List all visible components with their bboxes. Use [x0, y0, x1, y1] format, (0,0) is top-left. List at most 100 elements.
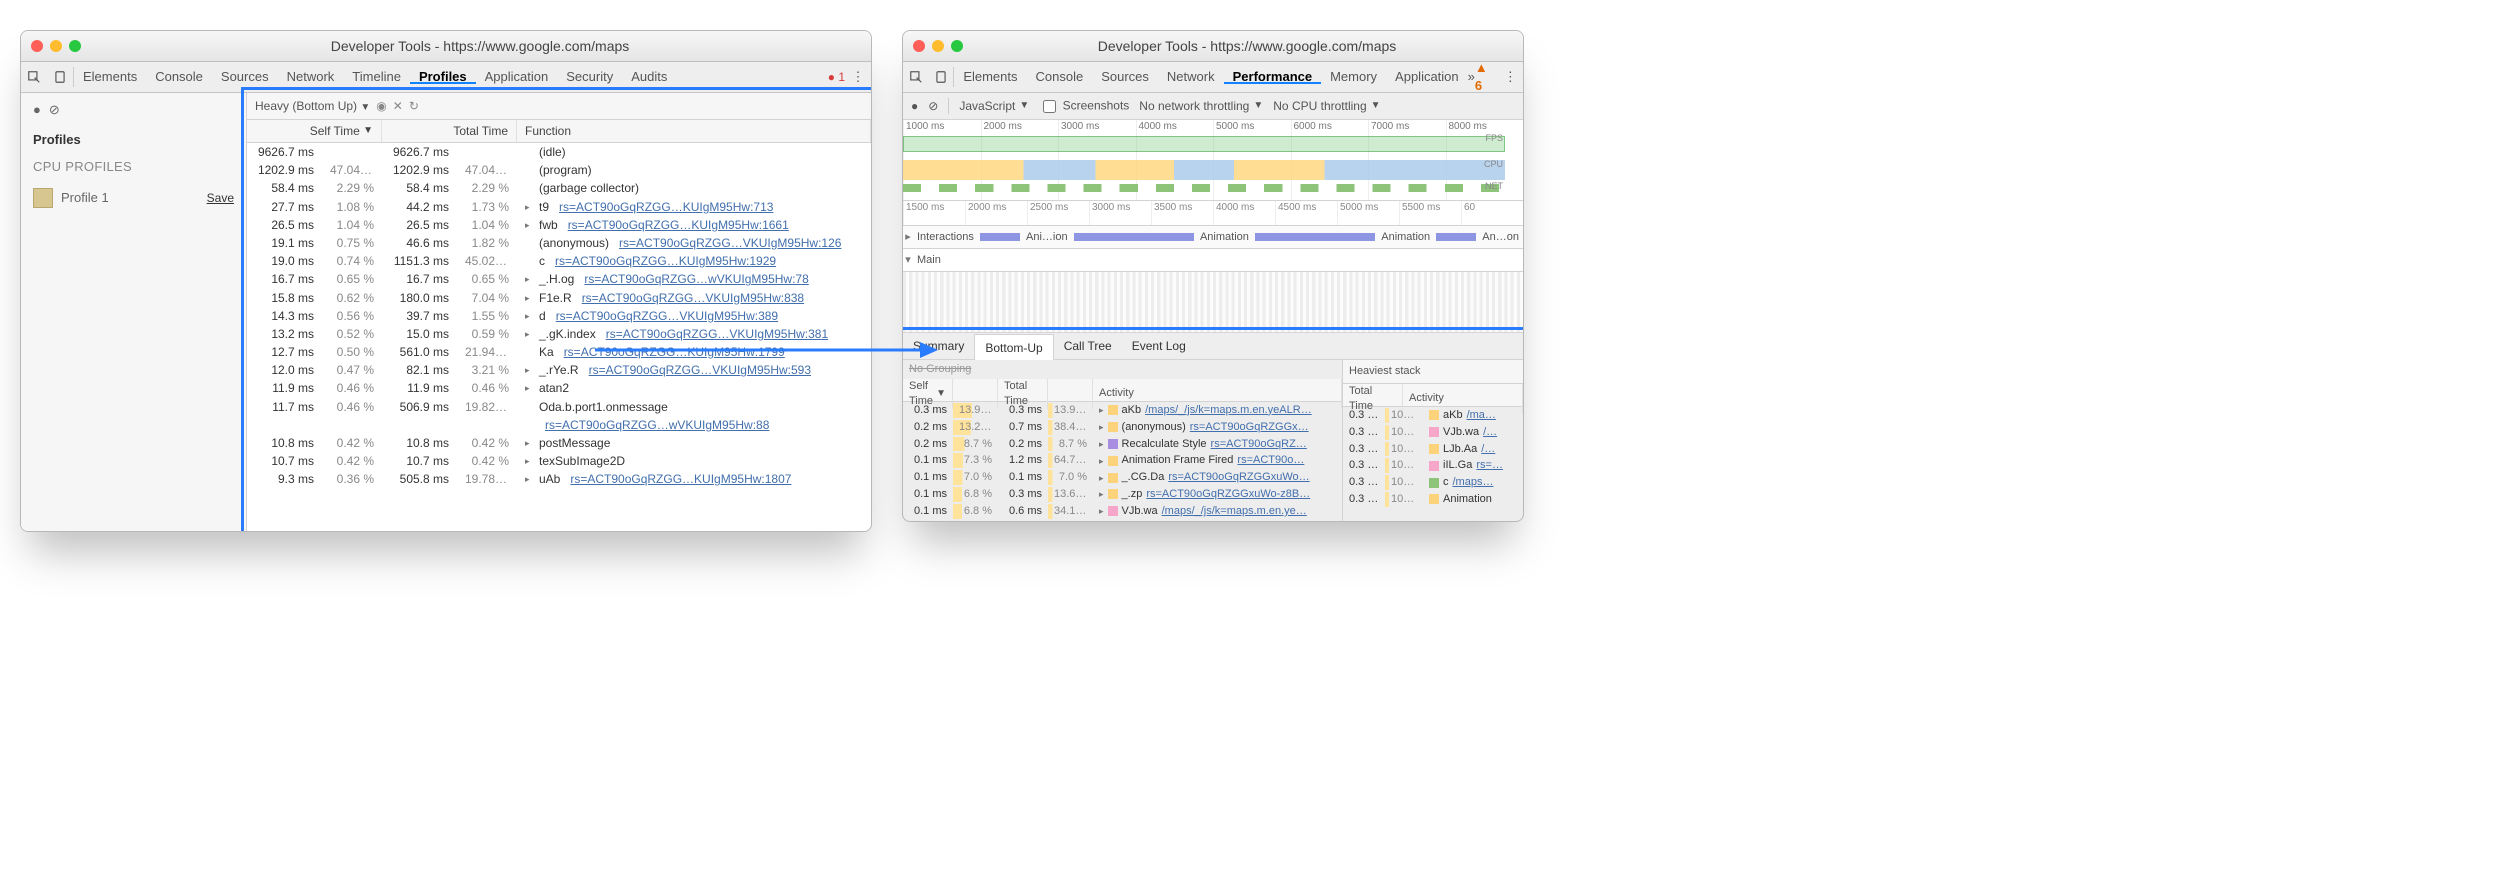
animation-segment[interactable] [1074, 233, 1194, 241]
table-row[interactable]: 11.7 ms0.46 %506.9 ms19.82 %Oda.b.port1.… [247, 398, 871, 416]
table-row[interactable]: 1202.9 ms47.04 %1202.9 ms47.04 %(program… [247, 161, 871, 179]
source-link[interactable]: rs=ACT90oGqRZGGx… [1190, 420, 1309, 435]
source-link[interactable]: rs=ACT90oGqRZGG…VKUIgM95Hw:381 [606, 326, 828, 342]
table-row[interactable]: 0.2 ms8.7 %0.2 ms8.7 %▸ Recalculate Styl… [903, 436, 1342, 453]
clear-icon[interactable]: ⊘ [928, 98, 938, 114]
record-icon[interactable]: ● [33, 101, 41, 119]
titlebar[interactable]: Developer Tools - https://www.google.com… [903, 31, 1523, 62]
table-row[interactable]: 0.3 ms100.0 % Animation [1343, 491, 1523, 508]
source-link[interactable]: rs=ACT90oGqRZGGxuWo-z8B… [1146, 487, 1310, 502]
tab-bottom-up[interactable]: Bottom-Up [974, 334, 1053, 360]
time-ruler[interactable]: 1500 ms2000 ms2500 ms3000 ms3500 ms4000 … [903, 201, 1523, 226]
bu-column-headers[interactable]: Self Time ▼ Total Time Activity [903, 379, 1342, 402]
overview-timeline[interactable]: 1000 ms2000 ms3000 ms4000 ms5000 ms6000 … [903, 120, 1523, 201]
tab-performance[interactable]: Performance [1224, 69, 1321, 84]
col-total-time[interactable]: Total Time [382, 120, 517, 142]
device-icon[interactable] [47, 62, 73, 92]
source-link[interactable]: rs=ACT90oGqRZGG…KUIgM95Hw:713 [559, 199, 773, 215]
table-row[interactable]: 14.3 ms0.56 %39.7 ms1.55 %▸d rs=ACT90oGq… [247, 307, 871, 325]
titlebar[interactable]: Developer Tools - https://www.google.com… [21, 31, 871, 62]
tab-console[interactable]: Console [1027, 69, 1093, 84]
cpu-throttle-select[interactable]: No CPU throttling ▼ [1273, 98, 1380, 114]
table-row[interactable]: 0.1 ms6.8 %0.1 ms6.8 %▸ _.ji rs=ACT90oGq… [903, 520, 1342, 521]
table-row[interactable]: 9626.7 ms9626.7 ms(idle) [247, 143, 871, 161]
col-function[interactable]: Function [517, 120, 871, 142]
tab-elements[interactable]: Elements [954, 69, 1026, 84]
tab-console[interactable]: Console [146, 69, 212, 84]
tab-sources[interactable]: Sources [212, 69, 278, 84]
tab-timeline[interactable]: Timeline [343, 69, 410, 84]
device-icon[interactable] [928, 62, 953, 92]
table-row[interactable]: 10.7 ms0.42 %10.7 ms0.42 %▸texSubImage2D [247, 452, 871, 470]
tab-application[interactable]: Application [476, 69, 558, 84]
animation-segment[interactable] [980, 233, 1020, 241]
source-link[interactable]: rs=ACT90oGqRZGG…KUIgM95Hw:1929 [555, 253, 776, 269]
table-row[interactable]: 11.9 ms0.46 %11.9 ms0.46 %▸atan2 [247, 379, 871, 397]
minimize-icon[interactable] [50, 40, 62, 52]
table-row[interactable]: 0.3 ms100.0 % LJb.Aa /… [1343, 441, 1523, 458]
table-row[interactable]: 0.3 ms100.0 % c /maps… [1343, 474, 1523, 491]
network-throttle-select[interactable]: No network throttling ▼ [1139, 98, 1263, 114]
source-link[interactable]: rs=ACT90oGqRZGG…VKUIgM95Hw:126 [619, 235, 841, 251]
table-row[interactable]: 26.5 ms1.04 %26.5 ms1.04 %▸fwb rs=ACT90o… [247, 216, 871, 234]
source-link[interactable]: rs=ACT90oGqRZGG…VKUIgM95Hw:389 [556, 308, 778, 324]
bu-rows[interactable]: 0.3 ms13.9 %0.3 ms13.9 %▸ aKb /maps/_/js… [903, 402, 1342, 521]
table-row[interactable]: 16.7 ms0.65 %16.7 ms0.65 %▸_.H.og rs=ACT… [247, 270, 871, 288]
source-link[interactable]: /ma… [1467, 408, 1496, 423]
error-badge[interactable]: ● 1 [828, 69, 845, 85]
table-row[interactable]: 19.1 ms0.75 %46.6 ms1.82 %(anonymous) rs… [247, 234, 871, 252]
source-link[interactable]: /maps/_/js/k=maps.m.en.yeALR… [1145, 403, 1312, 418]
table-row[interactable]: 0.1 ms6.8 %0.3 ms13.6 %▸ _.zp rs=ACT90oG… [903, 486, 1342, 503]
table-row[interactable]: 13.2 ms0.52 %15.0 ms0.59 %▸_.gK.index rs… [247, 325, 871, 343]
table-row[interactable]: 0.3 ms13.9 %0.3 ms13.9 %▸ aKb /maps/_/js… [903, 402, 1342, 419]
tab-network[interactable]: Network [278, 69, 344, 84]
traffic-lights[interactable] [913, 40, 963, 52]
table-row[interactable]: 58.4 ms2.29 %58.4 ms2.29 %(garbage colle… [247, 179, 871, 197]
reload-icon[interactable]: ↻ [409, 98, 419, 114]
source-link[interactable]: rs=ACT90oGqRZGG…VKUIgM95Hw:593 [589, 362, 811, 378]
col-self-time[interactable]: Self Time ▼ [247, 120, 382, 142]
focus-icon[interactable]: ◉ [376, 98, 386, 114]
table-row[interactable]: 10.8 ms0.42 %10.8 ms0.42 %▸postMessage [247, 434, 871, 452]
table-row[interactable]: 27.7 ms1.08 %44.2 ms1.73 %▸t9 rs=ACT90oG… [247, 198, 871, 216]
source-link[interactable]: /maps/_/js/k=maps.m.en.ye… [1162, 504, 1307, 519]
overflow-icon[interactable]: » [1468, 68, 1475, 86]
source-link[interactable]: rs=ACT90oGqRZGG…KUIgM95Hw:1799 [564, 344, 785, 360]
tab-memory[interactable]: Memory [1321, 69, 1386, 84]
zoom-icon[interactable] [69, 40, 81, 52]
close-icon[interactable] [913, 40, 925, 52]
source-link[interactable]: rs=… [1476, 458, 1503, 473]
source-link[interactable]: rs=ACT90oGqRZGG…wVKUIgM95Hw:88 [545, 417, 769, 433]
source-link[interactable]: rs=ACT90oGqRZGG…KUIgM95Hw:1807 [570, 471, 791, 487]
source-link[interactable]: /maps… [1453, 475, 1494, 490]
table-row[interactable]: 9.3 ms0.36 %505.8 ms19.78 %▸uAb rs=ACT90… [247, 470, 871, 488]
tab-event-log[interactable]: Event Log [1122, 333, 1196, 359]
source-link[interactable]: rs=ACT90oGqRZGG…KUIgM95Hw:1661 [568, 217, 789, 233]
grouping-select[interactable]: No Grouping [903, 360, 1342, 379]
table-row[interactable]: 0.1 ms7.0 %0.1 ms7.0 %▸ _.CG.Da rs=ACT90… [903, 469, 1342, 486]
table-row[interactable]: 15.8 ms0.62 %180.0 ms7.04 %▸F1e.R rs=ACT… [247, 289, 871, 307]
interactions-track[interactable]: ▸ Interactions Ani…ionAnimationAnimation… [903, 226, 1523, 249]
tab-call-tree[interactable]: Call Tree [1054, 333, 1122, 359]
main-track-header[interactable]: ▾ Main [903, 249, 1523, 272]
hv-rows[interactable]: 0.3 ms100.0 % aKb /ma…0.3 ms100.0 % VJb.… [1343, 407, 1523, 521]
tab-network[interactable]: Network [1158, 69, 1224, 84]
source-link[interactable]: rs=ACT90o… [1237, 453, 1304, 468]
tab-summary[interactable]: Summary [903, 333, 974, 359]
screenshots-checkbox[interactable]: Screenshots [1039, 97, 1129, 116]
table-row[interactable]: 0.3 ms100.0 % aKb /ma… [1343, 407, 1523, 424]
source-link[interactable]: rs=ACT90oGqRZGG…VKUIgM95Hw:838 [582, 290, 804, 306]
tab-profiles[interactable]: Profiles [410, 69, 476, 84]
table-row[interactable]: 19.0 ms0.74 %1151.3 ms45.02 %c rs=ACT90o… [247, 252, 871, 270]
traffic-lights[interactable] [31, 40, 81, 52]
table-row[interactable]: 0.1 ms7.3 %1.2 ms64.7 %▸ Animation Frame… [903, 452, 1342, 469]
exclude-icon[interactable]: ✕ [393, 98, 403, 114]
table-row[interactable]: 12.7 ms0.50 %561.0 ms21.94 %Ka rs=ACT90o… [247, 343, 871, 361]
kebab-icon[interactable]: ⋮ [845, 62, 871, 92]
table-row[interactable]: 12.0 ms0.47 %82.1 ms3.21 %▸_.rYe.R rs=AC… [247, 361, 871, 379]
warning-badge[interactable]: ▲ 6 [1475, 59, 1498, 94]
tab-elements[interactable]: Elements [74, 69, 146, 84]
table-row[interactable]: 0.2 ms13.2 %0.7 ms38.4 %▸ (anonymous) rs… [903, 419, 1342, 436]
clear-icon[interactable]: ⊘ [49, 101, 60, 119]
inspect-icon[interactable] [903, 62, 928, 92]
